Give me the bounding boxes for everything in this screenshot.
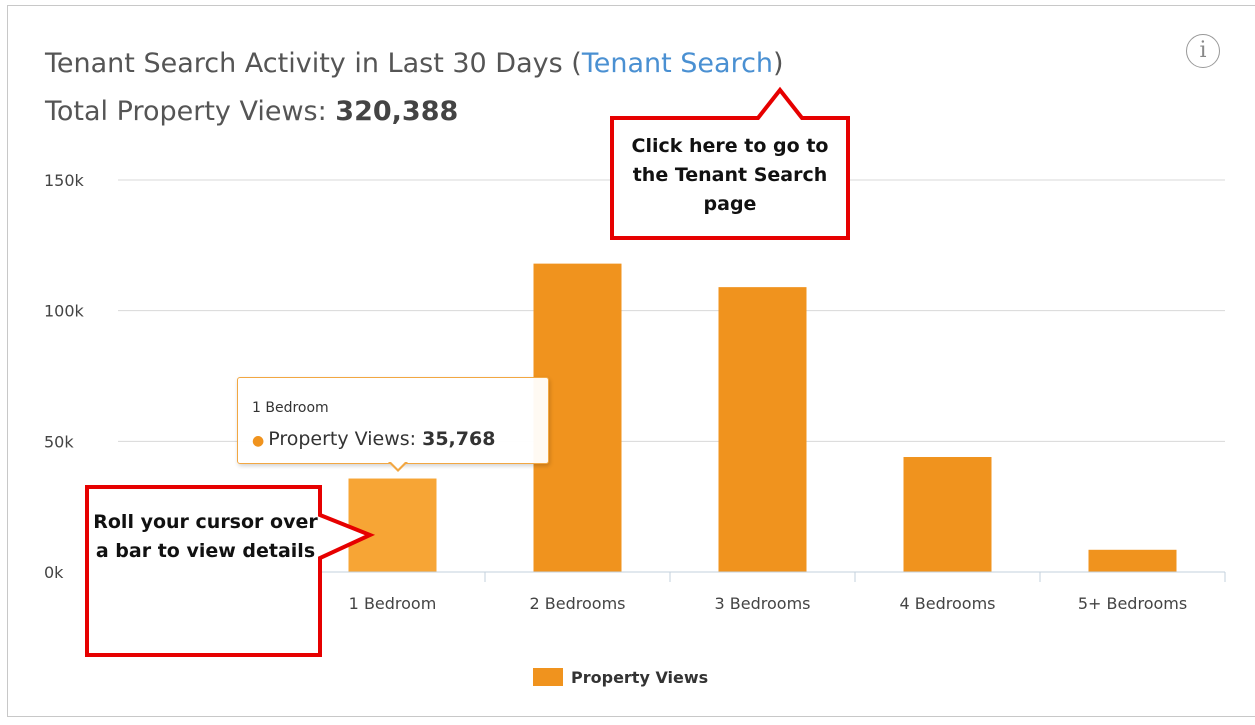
total-property-views: Total Property Views: 320,388	[45, 96, 458, 127]
tooltip-series-label: Property Views:	[268, 428, 423, 450]
y-tick-label: 100k	[44, 302, 85, 321]
x-tick-label: 3 Bedrooms	[715, 594, 811, 613]
y-tick-label: 50k	[44, 432, 74, 451]
x-tick-label: 4 Bedrooms	[900, 594, 996, 613]
bar[interactable]	[903, 457, 992, 572]
bar[interactable]	[348, 478, 437, 572]
x-tick-label: 1 Bedroom	[349, 594, 437, 613]
legend-item-property-views[interactable]: Property Views	[533, 668, 708, 687]
bar[interactable]	[718, 287, 807, 572]
tooltip-series-row: ● Property Views: 35,768	[252, 428, 495, 450]
legend-swatch	[533, 668, 563, 686]
tooltip-category: 1 Bedroom	[252, 400, 329, 416]
tooltip-value: 35,768	[422, 428, 496, 450]
total-views-label: Total Property Views:	[45, 96, 336, 127]
callout-left-text: Roll your cursor over a bar to view deta…	[93, 511, 318, 562]
legend-label: Property Views	[571, 668, 709, 687]
tooltip-pointer-fill	[390, 461, 406, 469]
y-axis-ticks: 0k 50k 100k 150k	[44, 171, 85, 582]
chart-title-text: Tenant Search Activity in Last 30 Days (	[45, 48, 582, 79]
y-tick-label: 0k	[44, 563, 64, 582]
callout-top-text: Click here to go to the Tenant Search pa…	[631, 135, 829, 215]
x-tick-label: 2 Bedrooms	[530, 594, 626, 613]
bar-tooltip: 1 Bedroom ● Property Views: 35,768	[237, 377, 549, 464]
x-tick-label: 5+ Bedrooms	[1078, 594, 1187, 613]
total-views-value: 320,388	[335, 96, 459, 127]
y-tick-label: 150k	[44, 171, 85, 190]
tenant-search-link[interactable]: Tenant Search	[582, 48, 773, 79]
bar[interactable]	[1088, 549, 1177, 572]
series-marker-icon: ●	[252, 433, 265, 449]
chart-title: Tenant Search Activity in Last 30 Days (…	[45, 48, 784, 79]
chart-title-suffix: )	[773, 48, 784, 79]
info-icon[interactable]: i	[1186, 34, 1220, 68]
